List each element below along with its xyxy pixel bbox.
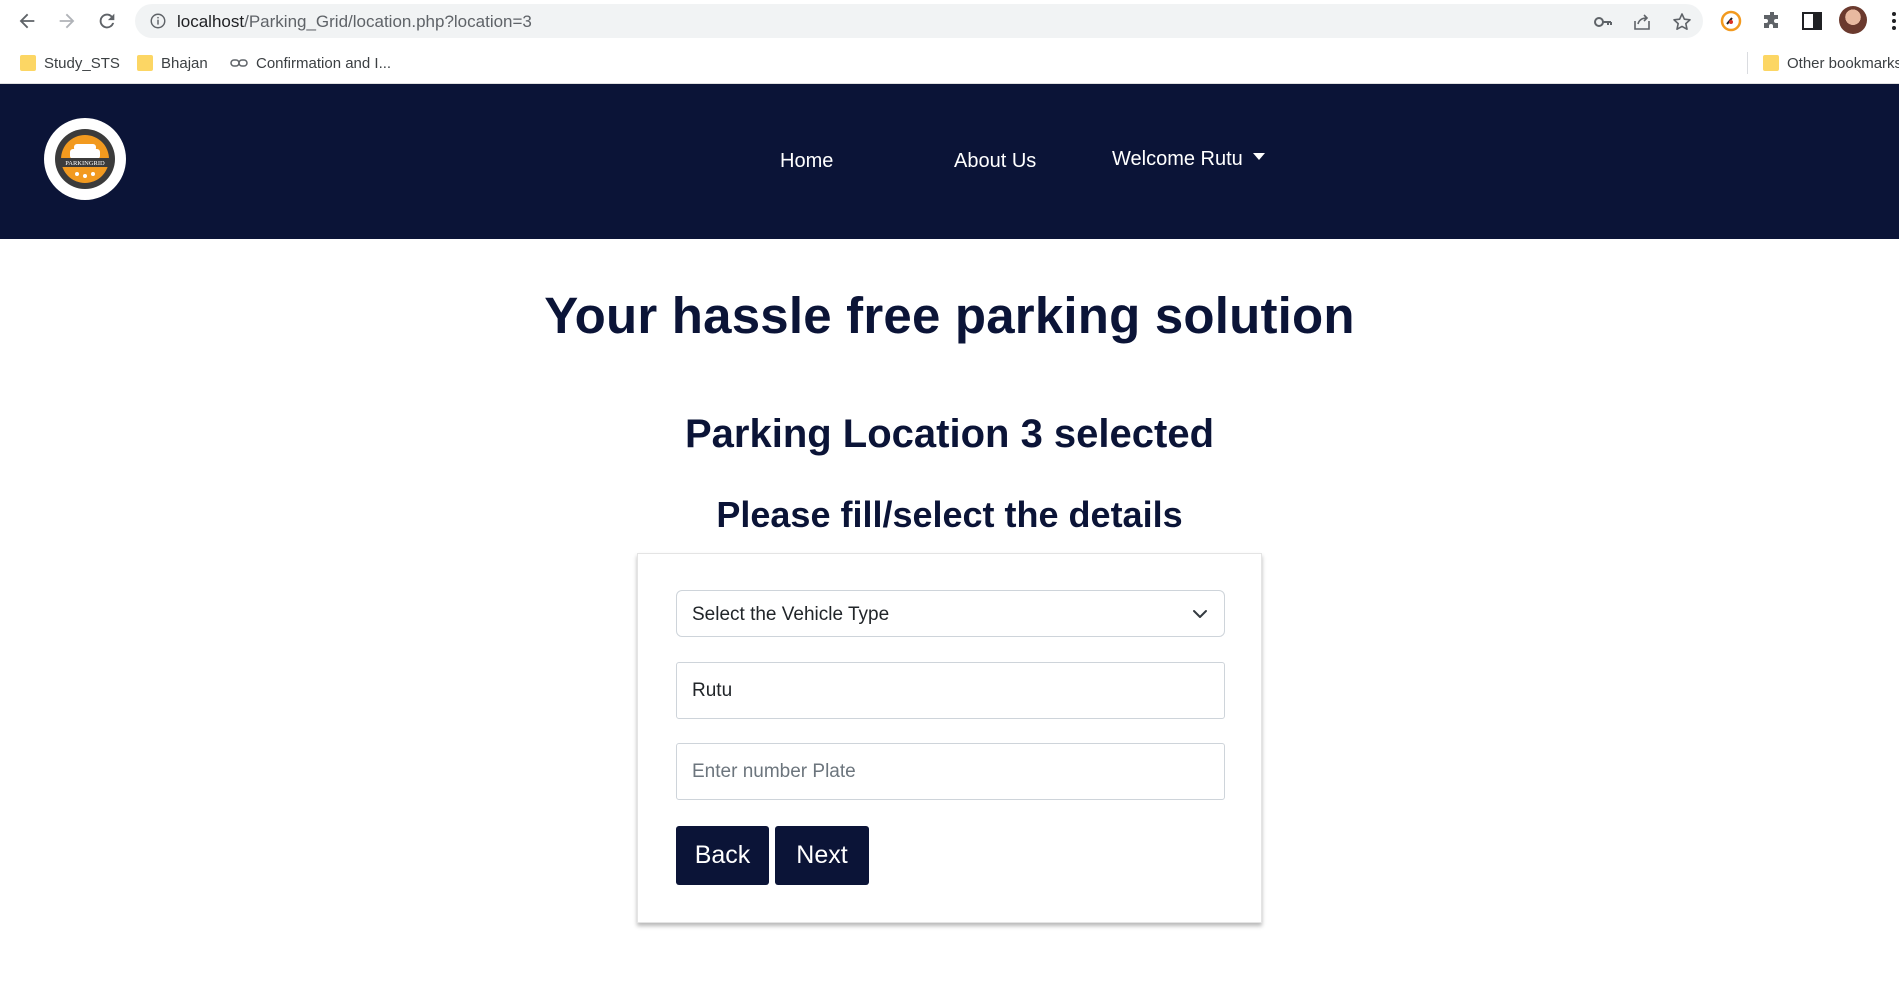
bookmark-label: Study_STS xyxy=(44,54,120,72)
extension-speed-icon[interactable] xyxy=(1719,9,1743,33)
folder-icon xyxy=(137,55,153,71)
booking-form-card: Select the Vehicle Type Back Next xyxy=(637,553,1262,923)
hero-title: Your hassle free parking solution xyxy=(544,287,1355,344)
address-bar[interactable]: localhost/Parking_Grid/location.php?loca… xyxy=(135,4,1703,38)
name-field[interactable] xyxy=(676,662,1225,719)
back-button[interactable]: Back xyxy=(676,826,769,885)
profile-avatar[interactable] xyxy=(1839,6,1867,34)
bookmark-other[interactable]: Other bookmarks xyxy=(1763,51,1899,75)
logo-text: PARKINGRID xyxy=(65,160,105,167)
side-panel-icon[interactable] xyxy=(1800,9,1824,33)
chevron-down-icon xyxy=(1193,610,1207,618)
reload-icon[interactable] xyxy=(93,7,121,35)
link-icon xyxy=(230,59,248,67)
menu-kebab-icon[interactable] xyxy=(1882,9,1899,33)
key-icon[interactable] xyxy=(1593,12,1613,32)
browser-toolbar: localhost/Parking_Grid/location.php?loca… xyxy=(0,0,1899,42)
next-button[interactable]: Next xyxy=(775,826,869,885)
nav-home-link[interactable]: Home xyxy=(780,150,833,173)
welcome-user-dropdown[interactable]: Welcome Rutu xyxy=(1112,148,1265,171)
bookmark-confirmation[interactable]: Confirmation and I... xyxy=(230,51,391,75)
number-plate-field[interactable] xyxy=(676,743,1225,800)
url-text[interactable]: localhost/Parking_Grid/location.php?loca… xyxy=(177,12,532,32)
site-navbar: PARKINGRID Home About Us Welcome Rutu xyxy=(0,84,1899,239)
welcome-label: Welcome Rutu xyxy=(1112,148,1243,170)
bookmark-star-icon[interactable] xyxy=(1672,12,1692,32)
vehicle-type-value: Select the Vehicle Type xyxy=(692,604,890,625)
share-icon[interactable] xyxy=(1632,12,1652,32)
location-title: Parking Location 3 selected xyxy=(684,412,1215,456)
back-arrow-icon[interactable] xyxy=(13,7,41,35)
bookmark-study-sts[interactable]: Study_STS xyxy=(20,51,120,75)
bookmark-label: Other bookmarks xyxy=(1787,54,1899,72)
url-host: localhost xyxy=(177,12,245,31)
bookmark-bhajan[interactable]: Bhajan xyxy=(137,51,208,75)
bookmark-label: Bhajan xyxy=(161,54,208,72)
instruction-title: Please fill/select the details xyxy=(716,494,1183,535)
bookmarks-bar: Study_STS Bhajan Confirmation and I... O… xyxy=(0,42,1899,84)
parkingrid-logo[interactable]: PARKINGRID xyxy=(44,118,126,200)
extensions-puzzle-icon[interactable] xyxy=(1760,9,1784,33)
bookmarks-separator xyxy=(1747,52,1748,74)
vehicle-type-select[interactable]: Select the Vehicle Type xyxy=(676,590,1225,637)
bookmark-label: Confirmation and I... xyxy=(256,54,392,72)
folder-icon xyxy=(1763,55,1779,71)
site-info-icon[interactable] xyxy=(149,12,167,30)
forward-arrow-icon[interactable] xyxy=(53,7,81,35)
nav-about-link[interactable]: About Us xyxy=(954,150,1036,173)
logo-badge-icon: PARKINGRID xyxy=(55,129,115,189)
url-path: /Parking_Grid/location.php?location=3 xyxy=(244,12,532,31)
caret-down-icon xyxy=(1252,153,1265,161)
folder-icon xyxy=(20,55,36,71)
